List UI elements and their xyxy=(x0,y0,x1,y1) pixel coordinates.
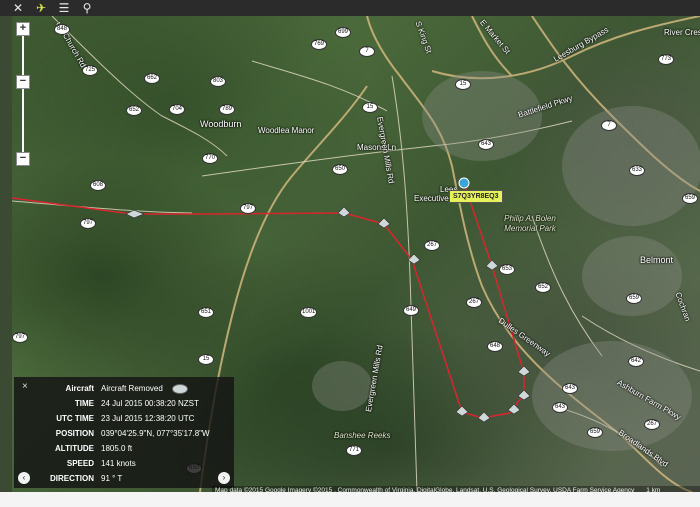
place-label: River Crest xyxy=(664,28,700,37)
route-shield: 771 xyxy=(346,445,362,456)
info-row-utc-time: UTC TIME 23 Jul 2015 12:38:20 UTC xyxy=(14,414,234,427)
toolbar: ✕ ✈ ☰ ⚲ xyxy=(0,0,700,16)
info-label: Aircraft xyxy=(65,384,94,393)
next-point-button[interactable]: › xyxy=(218,472,230,484)
route-shield: 652 xyxy=(126,105,142,116)
layers-icon[interactable]: ☰ xyxy=(57,1,71,15)
airplane-icon[interactable]: ✈ xyxy=(34,1,48,15)
route-shield: 797 xyxy=(12,332,28,343)
route-shield: 659 xyxy=(626,293,642,304)
info-label: TIME xyxy=(74,399,94,408)
route-shield: 15 xyxy=(455,79,471,90)
route-shield: 848 xyxy=(54,24,70,35)
route-shield: 797 xyxy=(80,218,96,229)
route-shield: 267 xyxy=(466,297,482,308)
route-shield: 770 xyxy=(202,153,218,164)
route-shield: 633 xyxy=(629,165,645,176)
route-shield: 649 xyxy=(403,305,419,316)
route-shield: 643 xyxy=(552,402,568,413)
route-shield: 267 xyxy=(424,240,440,251)
info-label: SPEED xyxy=(66,459,94,468)
route-shield: 659 xyxy=(682,193,698,204)
info-label: UTC TIME xyxy=(56,414,94,423)
info-row-aircraft: Aircraft Aircraft Removed xyxy=(14,384,234,397)
route-shield: 797 xyxy=(240,203,256,214)
info-value: 23 Jul 2015 12:38:20 UTC xyxy=(101,414,195,423)
info-row-direction: DIRECTION 91 ° T xyxy=(14,474,234,487)
aircraft-marker xyxy=(485,259,499,271)
route-shield: 699 xyxy=(335,27,351,38)
info-value: Aircraft Removed xyxy=(101,384,163,393)
aircraft-marker xyxy=(517,365,531,377)
aircraft-marker xyxy=(477,411,491,423)
aircraft-marker xyxy=(337,206,351,218)
info-value: 1805.0 ft xyxy=(101,444,133,453)
place-label: Belmont xyxy=(640,255,674,265)
route-shield: 803 xyxy=(210,76,226,87)
bottom-bar xyxy=(0,492,700,507)
zoom-control: + − − xyxy=(16,22,30,166)
route-shield: 7 xyxy=(601,120,617,131)
info-value: 039°04'25.9"N, 077°35'17.8"W xyxy=(101,429,210,438)
zoom-in-button[interactable]: + xyxy=(16,22,30,36)
route-shield: 704 xyxy=(169,104,185,115)
zoom-slider-track[interactable] xyxy=(22,36,24,160)
info-row-speed: SPEED 141 knots xyxy=(14,459,234,472)
place-label: Woodlea Manor xyxy=(258,126,315,135)
info-value: 24 Jul 2015 00:38:20 NZST xyxy=(101,399,199,408)
info-value: 141 knots xyxy=(101,459,136,468)
route-shield: 642 xyxy=(628,356,644,367)
aircraft-marker xyxy=(455,405,469,417)
route-shield: 15 xyxy=(362,102,378,113)
route-shield: 659 xyxy=(587,427,603,438)
route-shield: 652 xyxy=(535,282,551,293)
aircraft-icon xyxy=(172,384,188,394)
route-shield: 7 xyxy=(359,46,375,57)
info-value: 91 ° T xyxy=(101,474,123,483)
route-shield: 643 xyxy=(562,383,578,394)
place-label: Woodburn xyxy=(200,119,242,129)
search-icon[interactable]: ⚲ xyxy=(80,1,94,15)
route-shield: 789 xyxy=(219,104,235,115)
zoom-out-button[interactable]: − xyxy=(16,152,30,166)
aircraft-callsign-label[interactable]: S7Q3YR8EQ3 xyxy=(449,190,503,203)
route-shield: 662 xyxy=(144,73,160,84)
close-icon[interactable]: ✕ xyxy=(11,1,25,15)
info-label: DIRECTION xyxy=(50,474,94,483)
info-label: POSITION xyxy=(55,429,94,438)
aircraft-marker xyxy=(377,217,391,229)
aircraft-info-panel: × Aircraft Aircraft Removed TIME 24 Jul … xyxy=(14,377,234,488)
park-label: Philip A. Bolen Memorial Park xyxy=(504,214,556,233)
route-shield: 773 xyxy=(658,54,674,65)
prev-point-button[interactable]: ‹ xyxy=(18,472,30,484)
info-row-altitude: ALTITUDE 1805.0 ft xyxy=(14,444,234,457)
route-shield: 653 xyxy=(499,264,515,275)
route-shield: 648 xyxy=(487,341,503,352)
route-shield: 267 xyxy=(644,419,660,430)
zoom-handle[interactable]: − xyxy=(16,75,30,89)
info-row-time: TIME 24 Jul 2015 00:38:20 NZST xyxy=(14,399,234,412)
place-label: Executive xyxy=(414,194,449,203)
route-shield: 650 xyxy=(332,164,348,175)
route-shield: 725 xyxy=(82,65,98,76)
info-row-position: POSITION 039°04'25.9"N, 077°35'17.8"W xyxy=(14,429,234,442)
route-shield: 15 xyxy=(198,354,214,365)
route-shield: 608 xyxy=(90,180,106,191)
place-label: Banshee Reeks xyxy=(334,431,391,440)
route-shield: 643 xyxy=(478,139,494,150)
route-shield: 651 xyxy=(198,307,214,318)
route-shield: 769 xyxy=(311,39,327,50)
info-label: ALTITUDE xyxy=(55,444,94,453)
